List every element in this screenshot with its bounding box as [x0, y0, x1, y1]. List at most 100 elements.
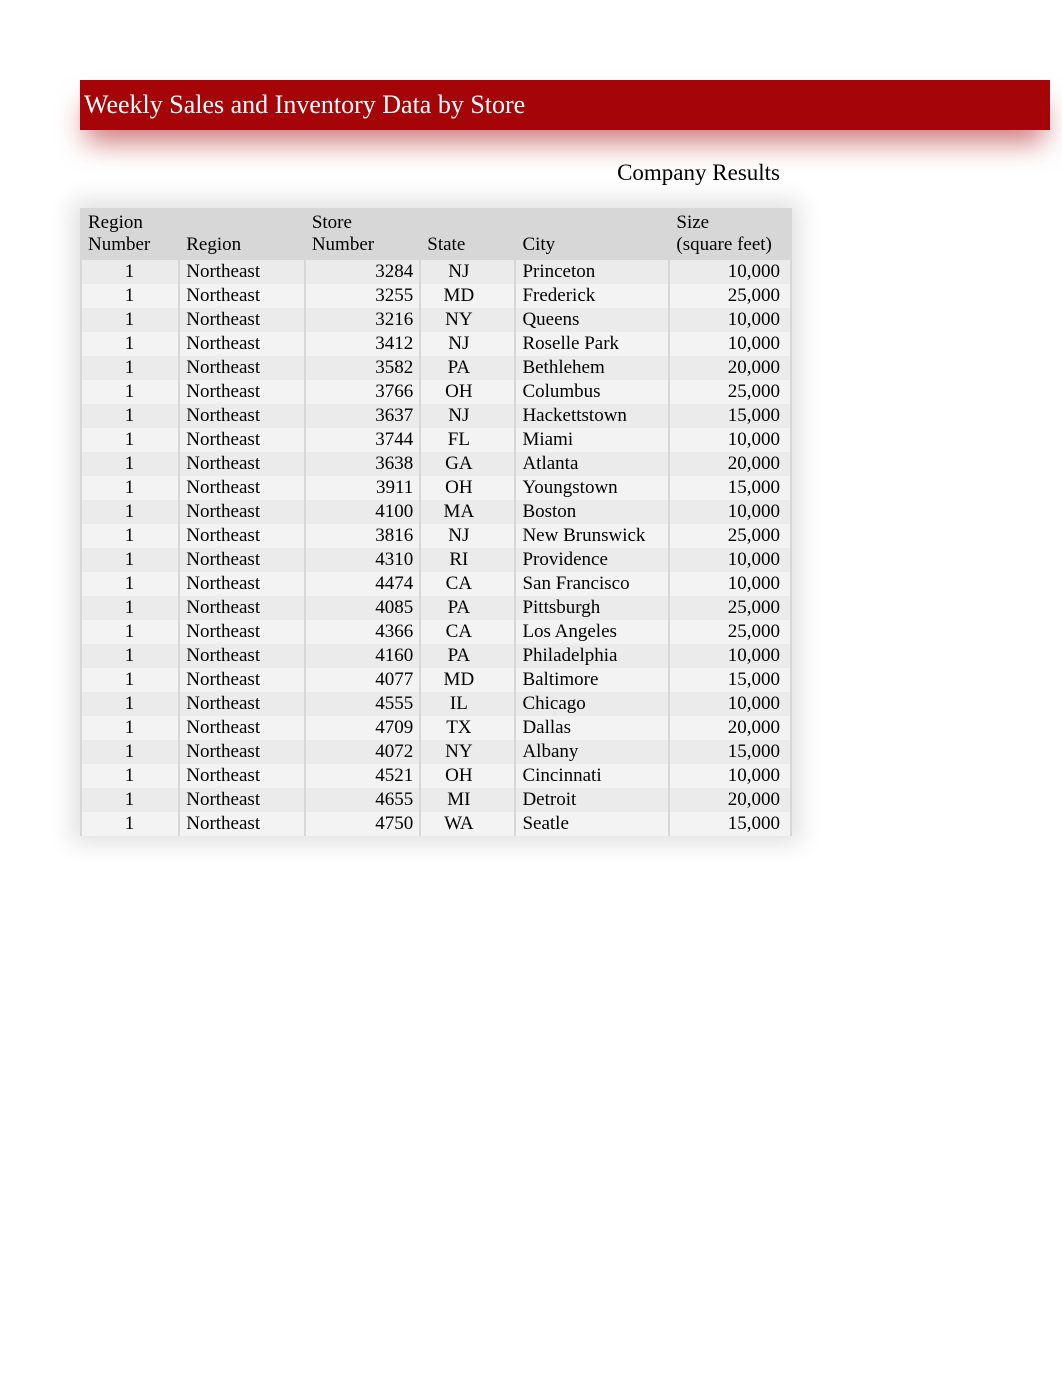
cell-region: Northeast	[180, 260, 304, 284]
cell-store-number: 3766	[306, 380, 419, 404]
col-header-label: Store	[312, 212, 411, 234]
cell-size: 20,000	[670, 356, 790, 380]
cell-region-number: 1	[82, 764, 178, 788]
cell-size: 10,000	[670, 692, 790, 716]
cell-store-number: 3284	[306, 260, 419, 284]
table-row: 1Northeast3582PABethlehem20,000	[82, 356, 790, 380]
cell-city: Miami	[516, 428, 668, 452]
cell-region: Northeast	[180, 452, 304, 476]
cell-region-number: 1	[82, 548, 178, 572]
data-table: Region Number Region Store Number State …	[80, 208, 792, 836]
col-header-size: Size (square feet)	[670, 208, 790, 260]
cell-size: 25,000	[670, 524, 790, 548]
table-row: 1Northeast4521OHCincinnati10,000	[82, 764, 790, 788]
table-header-row: Region Number Region Store Number State …	[82, 208, 790, 260]
cell-city: Dallas	[516, 716, 668, 740]
cell-city: Roselle Park	[516, 332, 668, 356]
cell-region-number: 1	[82, 452, 178, 476]
cell-store-number: 4077	[306, 668, 419, 692]
cell-size: 25,000	[670, 380, 790, 404]
cell-city: Seatle	[516, 812, 668, 836]
cell-city: Chicago	[516, 692, 668, 716]
cell-region-number: 1	[82, 524, 178, 548]
cell-size: 10,000	[670, 260, 790, 284]
cell-size: 10,000	[670, 332, 790, 356]
cell-size: 10,000	[670, 548, 790, 572]
table-row: 1Northeast3284NJPrinceton10,000	[82, 260, 790, 284]
cell-city: New Brunswick	[516, 524, 668, 548]
cell-state: PA	[421, 644, 514, 668]
cell-region-number: 1	[82, 308, 178, 332]
col-header-label: State	[427, 234, 465, 255]
cell-city: Detroit	[516, 788, 668, 812]
table-row: 1Northeast4366CALos Angeles25,000	[82, 620, 790, 644]
cell-size: 15,000	[670, 668, 790, 692]
cell-city: Providence	[516, 548, 668, 572]
col-header-label: Region	[186, 234, 241, 255]
cell-region: Northeast	[180, 308, 304, 332]
cell-size: 10,000	[670, 644, 790, 668]
cell-store-number: 4750	[306, 812, 419, 836]
table-row: 1Northeast4709TXDallas20,000	[82, 716, 790, 740]
cell-region-number: 1	[82, 332, 178, 356]
table-row: 1Northeast3744FLMiami10,000	[82, 428, 790, 452]
cell-state: RI	[421, 548, 514, 572]
cell-region-number: 1	[82, 668, 178, 692]
cell-size: 10,000	[670, 308, 790, 332]
cell-city: Boston	[516, 500, 668, 524]
col-header-label: City	[522, 234, 555, 255]
cell-size: 15,000	[670, 812, 790, 836]
cell-state: WA	[421, 812, 514, 836]
cell-state: OH	[421, 764, 514, 788]
cell-region-number: 1	[82, 692, 178, 716]
table-row: 1Northeast4310RIProvidence10,000	[82, 548, 790, 572]
col-header-region: Region	[180, 208, 304, 260]
cell-city: Columbus	[516, 380, 668, 404]
cell-state: NJ	[421, 524, 514, 548]
cell-city: Queens	[516, 308, 668, 332]
cell-store-number: 3911	[306, 476, 419, 500]
cell-city: Princeton	[516, 260, 668, 284]
col-header-state: State	[421, 208, 514, 260]
cell-region-number: 1	[82, 644, 178, 668]
cell-city: San Francisco	[516, 572, 668, 596]
cell-state: GA	[421, 452, 514, 476]
cell-state: OH	[421, 380, 514, 404]
cell-city: Los Angeles	[516, 620, 668, 644]
cell-region: Northeast	[180, 428, 304, 452]
cell-state: OH	[421, 476, 514, 500]
table-row: 1Northeast4085PAPittsburgh25,000	[82, 596, 790, 620]
cell-city: Cincinnati	[516, 764, 668, 788]
cell-size: 20,000	[670, 788, 790, 812]
table-row: 1Northeast4555ILChicago10,000	[82, 692, 790, 716]
cell-city: Frederick	[516, 284, 668, 308]
cell-state: PA	[421, 596, 514, 620]
cell-store-number: 4521	[306, 764, 419, 788]
cell-region-number: 1	[82, 356, 178, 380]
cell-size: 15,000	[670, 476, 790, 500]
table-row: 1Northeast3412NJRoselle Park10,000	[82, 332, 790, 356]
col-header-label: Region	[88, 212, 170, 234]
cell-region: Northeast	[180, 692, 304, 716]
report-title: Weekly Sales and Inventory Data by Store	[84, 90, 525, 119]
cell-region-number: 1	[82, 428, 178, 452]
table-row: 1Northeast4750WASeatle15,000	[82, 812, 790, 836]
cell-size: 25,000	[670, 620, 790, 644]
cell-store-number: 4655	[306, 788, 419, 812]
cell-city: Atlanta	[516, 452, 668, 476]
cell-region: Northeast	[180, 644, 304, 668]
table-row: 1Northeast3255MDFrederick25,000	[82, 284, 790, 308]
cell-size: 20,000	[670, 452, 790, 476]
table-body: 1Northeast3284NJPrinceton10,0001Northeas…	[82, 260, 790, 836]
cell-store-number: 4085	[306, 596, 419, 620]
cell-store-number: 3637	[306, 404, 419, 428]
cell-size: 20,000	[670, 716, 790, 740]
cell-size: 25,000	[670, 284, 790, 308]
cell-state: NJ	[421, 260, 514, 284]
cell-state: FL	[421, 428, 514, 452]
cell-store-number: 3216	[306, 308, 419, 332]
data-table-wrapper: Region Number Region Store Number State …	[80, 208, 792, 836]
cell-region: Northeast	[180, 668, 304, 692]
cell-region-number: 1	[82, 476, 178, 500]
table-row: 1Northeast3216NYQueens10,000	[82, 308, 790, 332]
